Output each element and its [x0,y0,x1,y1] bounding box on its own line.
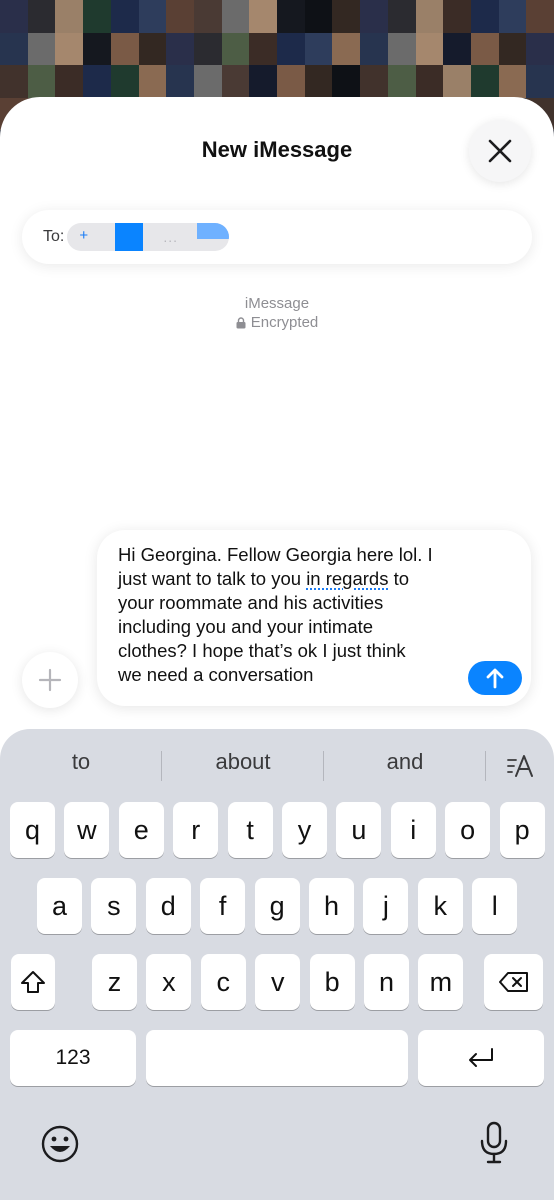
suggestion-item[interactable]: and [324,749,486,775]
key-m[interactable]: m [418,954,464,1010]
key-w[interactable]: w [64,802,110,858]
key-x[interactable]: x [146,954,192,1010]
numbers-key[interactable]: 123 [10,1030,136,1086]
space-key[interactable] [146,1030,408,1086]
key-j[interactable]: j [363,878,409,934]
plus-icon [38,668,62,692]
key-k[interactable]: k [417,878,463,934]
suggestion-divider [485,751,486,781]
close-icon [488,139,512,163]
message-line: we need a conversation [118,664,314,685]
key-n[interactable]: n [364,954,409,1010]
recipient-chip[interactable]: + ... [67,223,230,251]
key-g[interactable]: g [254,878,300,934]
grammar-suggestion[interactable]: in regards [306,568,388,589]
key-e[interactable]: e [118,802,164,858]
key-h[interactable]: h [309,878,354,934]
add-attachment-button[interactable] [22,652,78,708]
to-label: To: [43,228,65,245]
key-f[interactable]: f [200,878,246,934]
lock-icon [236,316,246,328]
service-label: iMessage [244,295,310,312]
message-line: clothes? I hope that’s ok I just think [118,640,406,661]
message-line: your roommate and his activities [118,592,384,613]
message-text[interactable]: Hi Georgina. Fellow Georgia here lol. I … [118,543,468,687]
key-y[interactable]: y [282,802,327,858]
emoji-button[interactable] [38,1122,82,1166]
key-o[interactable]: o [445,802,491,858]
key-i[interactable]: i [390,802,436,858]
text-format-button[interactable] [504,751,538,781]
recipient-field[interactable]: To: + ... [22,210,532,264]
backspace-icon [498,972,528,992]
message-fragment: just want to talk to you [118,568,307,589]
key-l[interactable]: l [472,878,518,934]
emoji-icon [41,1125,79,1163]
text-format-icon [507,755,533,777]
screen: New iMessage To: + ... iMessage Encrypte… [0,0,554,1200]
suggestion-item[interactable]: about [162,749,324,775]
close-button[interactable] [469,120,531,182]
redaction-mark [115,223,144,251]
key-b[interactable]: b [309,954,355,1010]
key-c[interactable]: c [200,954,246,1010]
key-d[interactable]: d [145,878,191,934]
send-arrow-icon [486,668,504,689]
key-r[interactable]: r [173,802,219,858]
key-p[interactable]: p [499,802,545,858]
message-line: Hi Georgina. Fellow Georgia here lol. I [118,544,433,565]
redaction-mark [197,223,230,239]
microphone-icon [480,1121,508,1164]
send-button[interactable] [468,661,522,695]
suggestion-bar: to about and [0,749,554,781]
recipient-number-faded: ... [163,229,179,245]
key-z[interactable]: z [92,954,137,1010]
encryption-label: Encrypted [250,314,319,331]
keyboard: to about and qwertyuiop asdfghjkl zxcvbn… [0,729,554,1200]
message-line: including you and your intimate [118,616,374,637]
key-a[interactable]: a [37,878,82,934]
key-t[interactable]: t [227,802,273,858]
shift-key[interactable] [11,954,55,1010]
message-input[interactable]: Hi Georgina. Fellow Georgia here lol. I … [97,530,531,706]
dictation-button[interactable] [474,1120,514,1166]
message-line: just want to talk to you in regards to [118,567,468,591]
shift-icon [21,971,45,993]
message-fragment: to [388,568,410,589]
delete-key[interactable] [484,954,543,1010]
key-u[interactable]: u [336,802,382,858]
encryption-status: Encrypted [0,314,554,331]
return-key[interactable] [418,1030,544,1086]
suggestion-item[interactable]: to [0,749,162,775]
key-s[interactable]: s [91,878,137,934]
recipient-number: + [79,227,89,244]
key-q[interactable]: q [10,802,55,858]
return-icon [469,1048,493,1067]
key-v[interactable]: v [255,954,301,1010]
